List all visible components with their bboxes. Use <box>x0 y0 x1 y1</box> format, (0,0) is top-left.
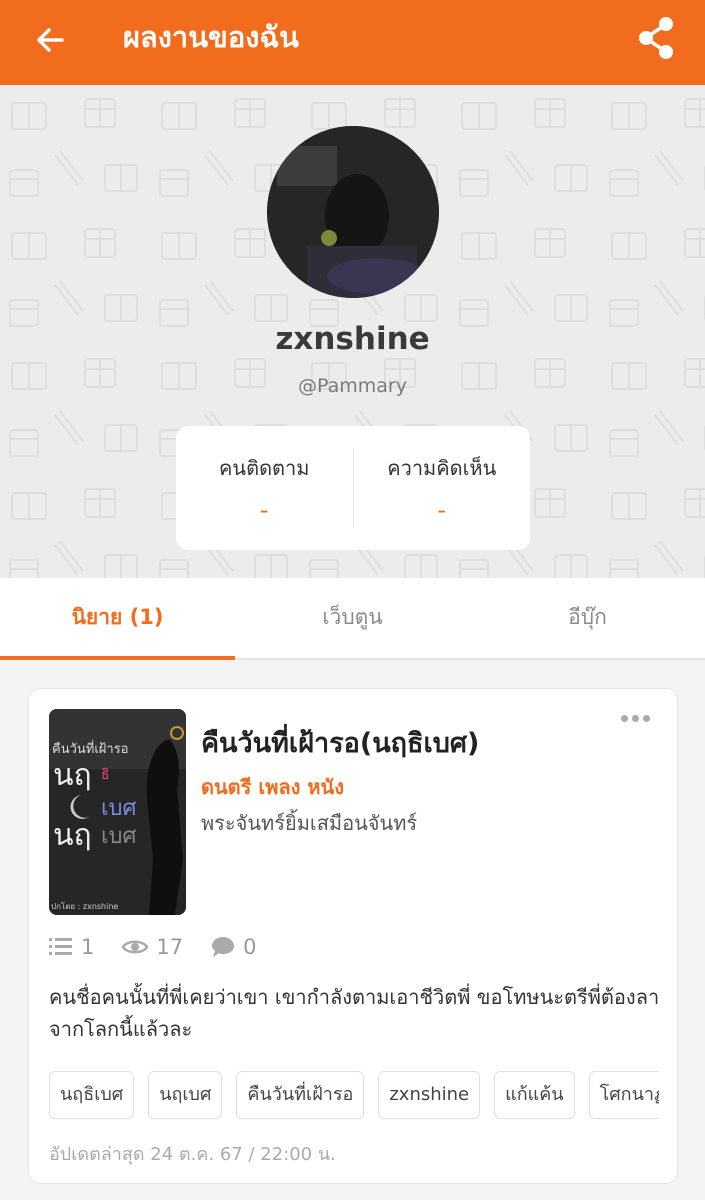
novel-list: คืนวันที่เฝ้ารอ นฤ ธิ เบศ นฤ เบศ ปกโดย :… <box>0 660 705 1200</box>
comments-count: 0 <box>243 935 257 959</box>
comment-icon <box>212 937 235 957</box>
arrow-left-icon <box>37 28 64 52</box>
cover-line1b: ธิ <box>101 767 110 783</box>
novel-title[interactable]: คืนวันที่เฝ้ารอ(นฤธิเบศ) <box>201 721 479 764</box>
cover-credit: ปกโดย : zxnshine <box>51 901 118 911</box>
followers-value: - <box>259 496 269 524</box>
share-icon <box>639 17 673 59</box>
tag-chip[interactable]: คืนวันที่เฝ้ารอ <box>236 1071 365 1119</box>
stats-card: คนติดตาม - ความคิดเห็น - <box>176 426 530 550</box>
novel-card[interactable]: คืนวันที่เฝ้ารอ นฤ ธิ เบศ นฤ เบศ ปกโดย :… <box>28 688 678 1184</box>
chapters-metric: 1 <box>49 935 94 959</box>
novel-metrics: 1 17 0 <box>49 935 284 959</box>
page-title: ผลงานของฉัน <box>123 20 300 54</box>
dot-icon <box>632 715 639 722</box>
top-app-bar: ผลงานของฉัน <box>0 0 705 85</box>
tab-novels[interactable]: นิยาย (1) <box>0 578 235 660</box>
share-button[interactable] <box>637 16 677 60</box>
profile-header: zxnshine @Pammary คนติดตาม - ความคิดเห็น… <box>0 85 705 578</box>
comments-metric: 0 <box>211 935 256 959</box>
cover-line2: เบศ <box>101 796 136 821</box>
comments-stat[interactable]: ความคิดเห็น - <box>354 426 531 550</box>
tag-list: นฤธิเบศ นฤเบศ คืนวันที่เฝ้ารอ zxnshine แก้แค… <box>49 1071 659 1121</box>
tag-chip[interactable]: แก้แค้น <box>494 1071 575 1119</box>
tag-chip[interactable]: นฤเบศ <box>148 1071 223 1119</box>
novel-genre: ดนตรี เพลง หนัง <box>201 775 344 799</box>
tag-chip[interactable]: zxnshine <box>378 1071 481 1119</box>
cover-title: คืนวันที่เฝ้ารอ <box>52 740 129 757</box>
views-count: 17 <box>156 935 184 959</box>
last-updated: อัปเดตล่าสุด 24 ต.ค. 67 / 22:00 น. <box>49 1144 336 1165</box>
cover-line3: นฤ <box>53 818 92 853</box>
novel-cover-image[interactable]: คืนวันที่เฝ้ารอ นฤ ธิ เบศ นฤ เบศ ปกโดย :… <box>49 709 186 915</box>
cover-line3b: เบศ <box>101 824 136 849</box>
comments-value: - <box>437 496 447 524</box>
followers-label: คนติดตาม <box>219 456 310 480</box>
cover-line1: นฤ <box>53 758 92 793</box>
novel-description: คนชื่อคนนั้นที่พี่เคยว่าเขา เขากำลังตามเ… <box>49 985 660 1041</box>
avatar[interactable] <box>267 126 439 298</box>
comments-label: ความคิดเห็น <box>387 456 497 480</box>
back-button[interactable] <box>30 20 70 60</box>
novel-author: พระจันทร์ยิ้มเสมือนจันทร์ <box>201 811 418 835</box>
tag-chip[interactable]: นฤธิเบศ <box>49 1071 135 1119</box>
chapters-count: 1 <box>81 935 95 959</box>
content-tabs: นิยาย (1) เว็บตูน อีบุ๊ก <box>0 578 705 660</box>
profile-display-name: zxnshine <box>275 321 430 357</box>
views-metric: 17 <box>122 935 183 959</box>
more-options-button[interactable] <box>621 715 651 727</box>
list-icon <box>49 938 72 955</box>
dot-icon <box>643 715 650 722</box>
followers-stat[interactable]: คนติดตาม - <box>176 426 353 550</box>
tab-webtoons[interactable]: เว็บตูน <box>235 578 470 658</box>
tab-ebooks[interactable]: อีบุ๊ก <box>470 578 705 658</box>
dot-icon <box>621 715 628 722</box>
eye-icon <box>122 940 149 954</box>
profile-handle: @Pammary <box>298 375 407 397</box>
tag-chip[interactable]: โศกนาฏกรรม <box>588 1071 659 1119</box>
